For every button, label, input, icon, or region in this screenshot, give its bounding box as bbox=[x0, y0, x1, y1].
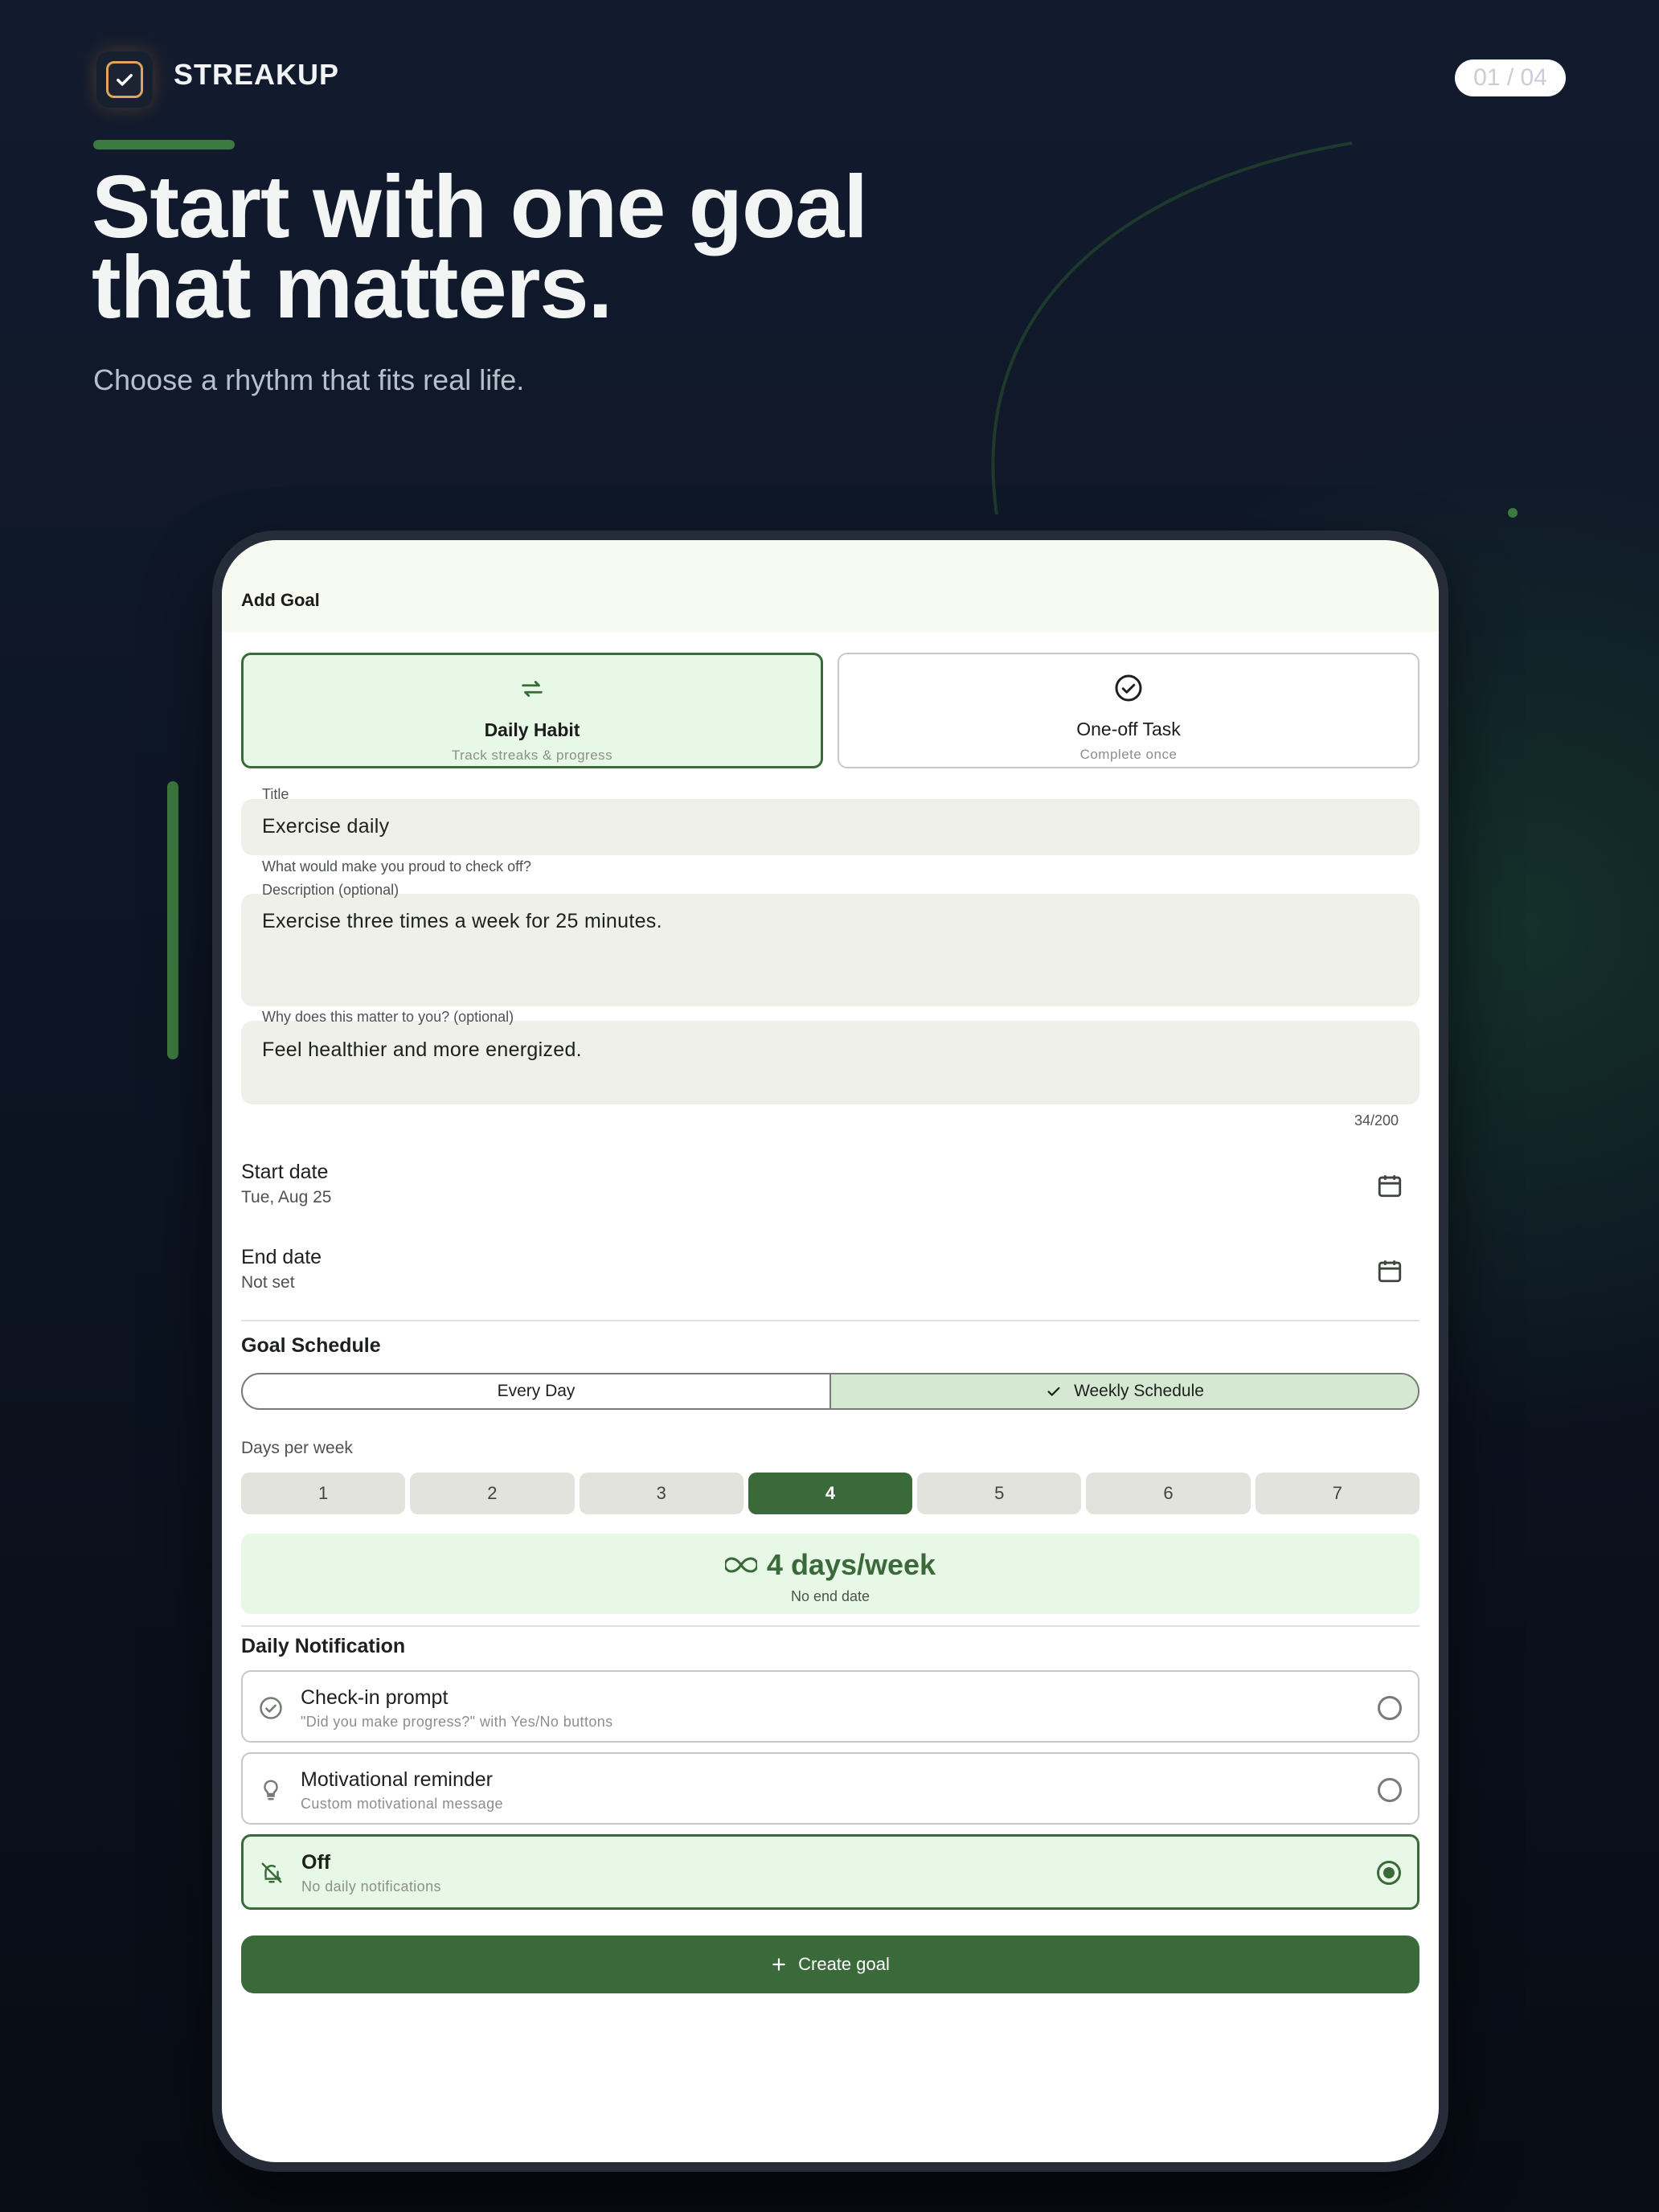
day-option-4[interactable]: 4 bbox=[748, 1473, 913, 1514]
divider bbox=[241, 1625, 1419, 1627]
day-option-7[interactable]: 7 bbox=[1255, 1473, 1419, 1514]
notification-option-sub: Custom motivational message bbox=[301, 1796, 503, 1812]
decorative-dot bbox=[1508, 508, 1518, 518]
plus-icon bbox=[772, 1958, 785, 1971]
title-field-helper: What would make you proud to check off? bbox=[262, 858, 531, 875]
add-goal-screen: Add Goal Daily Habit Track streaks & pro… bbox=[222, 540, 1439, 2162]
end-date-value: Not set bbox=[241, 1273, 295, 1292]
headline-line-1: Start with one goal bbox=[92, 158, 868, 256]
days-per-week-label: Days per week bbox=[241, 1439, 353, 1457]
end-date-row[interactable]: End date Not set bbox=[241, 1246, 1419, 1310]
notification-option-motivational[interactable]: Motivational reminder Custom motivationa… bbox=[241, 1752, 1419, 1825]
schedule-toggle: Every Day Weekly Schedule bbox=[241, 1373, 1419, 1410]
end-date-label: End date bbox=[241, 1246, 322, 1268]
decorative-side-bar bbox=[167, 781, 178, 1059]
start-date-value: Tue, Aug 25 bbox=[241, 1188, 332, 1206]
day-option-6[interactable]: 6 bbox=[1086, 1473, 1251, 1514]
notification-option-check-in[interactable]: Check-in prompt "Did you make progress?"… bbox=[241, 1670, 1419, 1743]
title-field[interactable]: Exercise daily bbox=[241, 799, 1419, 855]
onboarding-page: STREAKUP 01 / 04 Start with one goal tha… bbox=[0, 0, 1659, 2212]
bell-off-icon bbox=[258, 1859, 285, 1886]
tablet-frame: Add Goal Daily Habit Track streaks & pro… bbox=[212, 530, 1448, 2172]
subhead: Choose a rhythm that fits real life. bbox=[93, 363, 525, 396]
calendar-icon[interactable] bbox=[1376, 1172, 1403, 1203]
app-logo bbox=[96, 51, 153, 108]
notification-option-title: Motivational reminder bbox=[301, 1768, 493, 1791]
notification-option-sub: "Did you make progress?" with Yes/No but… bbox=[301, 1714, 613, 1730]
goal-type-daily-habit[interactable]: Daily Habit Track streaks & progress bbox=[241, 653, 823, 768]
title-field-label: Title bbox=[262, 786, 289, 802]
schedule-summary: 4 days/week No end date bbox=[241, 1534, 1419, 1614]
notification-option-title: Off bbox=[301, 1851, 331, 1874]
brand-name: STREAKUP bbox=[174, 58, 340, 91]
day-option-1[interactable]: 1 bbox=[241, 1473, 406, 1514]
divider bbox=[241, 1320, 1419, 1321]
description-field-label: Description (optional) bbox=[262, 882, 399, 898]
goal-type-label: Daily Habit bbox=[484, 719, 580, 740]
schedule-option-label: Every Day bbox=[497, 1382, 576, 1400]
create-goal-button[interactable]: Create goal bbox=[241, 1936, 1419, 1993]
page-indicator: 01 / 04 bbox=[1455, 59, 1566, 96]
checkbox-icon bbox=[106, 61, 143, 98]
description-field[interactable]: Exercise three times a week for 25 minut… bbox=[241, 894, 1419, 1006]
schedule-summary-value: 4 days/week bbox=[766, 1548, 936, 1581]
calendar-icon[interactable] bbox=[1376, 1257, 1403, 1288]
goal-type-sub: Complete once bbox=[1079, 747, 1178, 762]
infinity-icon bbox=[724, 1557, 757, 1573]
notification-option-off[interactable]: Off No daily notifications bbox=[241, 1834, 1419, 1910]
repeat-icon bbox=[518, 671, 546, 707]
day-option-3[interactable]: 3 bbox=[579, 1473, 743, 1514]
headline-accent bbox=[93, 140, 235, 150]
days-per-week-selector: 1 2 3 4 5 6 7 bbox=[241, 1473, 1419, 1514]
create-goal-label: Create goal bbox=[798, 1954, 890, 1974]
why-field-label: Why does this matter to you? (optional) bbox=[262, 1009, 514, 1025]
why-field-value: Feel healthier and more energized. bbox=[262, 1038, 582, 1061]
goal-schedule-title: Goal Schedule bbox=[241, 1334, 381, 1357]
character-counter: 34/200 bbox=[1354, 1112, 1399, 1129]
lightbulb-icon bbox=[257, 1776, 285, 1804]
check-circle-icon bbox=[257, 1694, 285, 1722]
start-date-label: Start date bbox=[241, 1161, 329, 1183]
notification-option-title: Check-in prompt bbox=[301, 1686, 449, 1709]
title-field-value: Exercise daily bbox=[262, 815, 390, 838]
goal-type-sub: Track streaks & progress bbox=[451, 748, 613, 763]
daily-notification-title: Daily Notification bbox=[241, 1635, 406, 1657]
radio-button[interactable] bbox=[1378, 1696, 1402, 1720]
screen-title: Add Goal bbox=[241, 590, 320, 610]
goal-type-one-off-task[interactable]: One-off Task Complete once bbox=[838, 653, 1419, 768]
headline-line-2: that matters. bbox=[92, 238, 612, 337]
schedule-option-weekly[interactable]: Weekly Schedule bbox=[830, 1374, 1418, 1408]
check-circle-icon bbox=[1114, 670, 1143, 706]
radio-button[interactable] bbox=[1378, 1778, 1402, 1802]
schedule-option-label: Weekly Schedule bbox=[1074, 1382, 1204, 1400]
schedule-summary-sub: No end date bbox=[790, 1588, 870, 1604]
check-icon bbox=[1047, 1387, 1060, 1396]
description-field-value: Exercise three times a week for 25 minut… bbox=[262, 910, 662, 932]
goal-type-label: One-off Task bbox=[1076, 719, 1181, 739]
schedule-summary-value-row: 4 days/week bbox=[241, 1548, 1419, 1582]
notification-option-sub: No daily notifications bbox=[301, 1878, 441, 1895]
why-field[interactable]: Feel healthier and more energized. bbox=[241, 1021, 1419, 1104]
start-date-row[interactable]: Start date Tue, Aug 25 bbox=[241, 1161, 1419, 1225]
headline: Start with one goal that matters. bbox=[92, 158, 1056, 337]
day-option-2[interactable]: 2 bbox=[410, 1473, 575, 1514]
radio-button-selected[interactable] bbox=[1377, 1861, 1401, 1885]
schedule-option-every-day[interactable]: Every Day bbox=[243, 1374, 830, 1408]
top-app-bar: Add Goal bbox=[222, 540, 1439, 632]
day-option-5[interactable]: 5 bbox=[917, 1473, 1082, 1514]
